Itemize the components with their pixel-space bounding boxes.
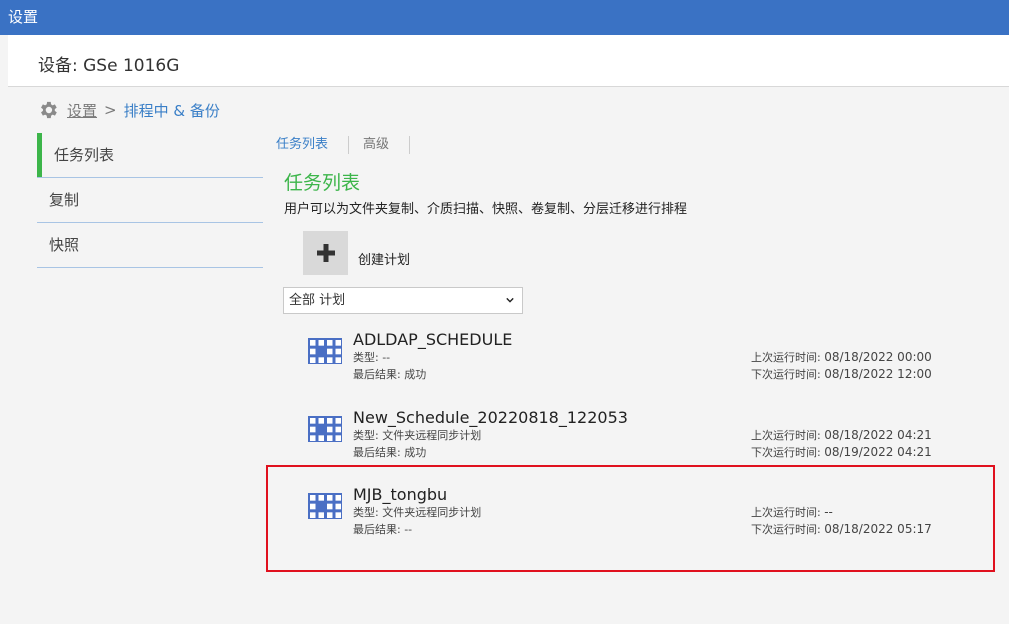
device-title: 设备: GSe 1016G [38, 56, 180, 76]
page-title: 任务列表 [284, 172, 361, 194]
next-run-value: 08/19/2022 04:21 [824, 445, 932, 459]
selection-highlight [266, 465, 995, 572]
device-header: 设备: GSe 1016G [8, 35, 1009, 87]
sidebar-item-replication[interactable]: 复制 [37, 178, 263, 223]
page-description: 用户可以为文件夹复制、介质扫描、快照、卷复制、分层迁移进行排程 [284, 202, 688, 217]
sidebar-item-snapshot[interactable]: 快照 [37, 223, 263, 268]
window-title: 设置 [0, 0, 1009, 35]
next-run-value: 08/18/2022 12:00 [824, 367, 932, 381]
schedule-last-run: 上次运行时间: 08/18/2022 00:00 [751, 349, 932, 365]
schedule-next-run: 下次运行时间: 08/18/2022 12:00 [751, 366, 932, 382]
last-run-value: 08/18/2022 04:21 [824, 428, 932, 442]
create-schedule-button[interactable] [303, 231, 348, 275]
sidebar: 任务列表 复制 快照 [37, 133, 263, 268]
schedule-type: 类型: 文件夹远程同步计划 [353, 429, 482, 442]
schedule-type: 类型: -- [353, 351, 391, 364]
schedule-item[interactable]: ADLDAP_SCHEDULE 类型: -- 最后结果: 成功 上次运行时间: … [300, 330, 960, 400]
filter-selected-value: 全部 计划 [289, 293, 346, 308]
gear-icon [41, 101, 57, 119]
breadcrumb-settings-link[interactable]: 设置 [67, 100, 97, 121]
next-run-label: 下次运行时间: [751, 446, 825, 459]
schedule-filter-select[interactable]: 全部 计划 [283, 287, 523, 314]
schedule-last-run: 上次运行时间: 08/18/2022 04:21 [751, 427, 932, 443]
next-run-label: 下次运行时间: [751, 368, 825, 381]
chevron-down-icon [506, 297, 514, 303]
schedule-next-run: 下次运行时间: 08/19/2022 04:21 [751, 444, 932, 460]
plus-icon [316, 244, 335, 262]
sidebar-item-task-list[interactable]: 任务列表 [37, 133, 263, 178]
create-schedule-label[interactable]: 创建计划 [358, 249, 410, 268]
schedule-name: New_Schedule_20220818_122053 [353, 408, 628, 427]
schedule-last-result: 最后结果: 成功 [353, 368, 427, 381]
last-run-label: 上次运行时间: [751, 429, 825, 442]
tab-bar: 任务列表 高级 [276, 136, 424, 154]
breadcrumb-separator: > [104, 101, 117, 119]
calendar-grid-icon [308, 338, 342, 364]
tab-task-list[interactable]: 任务列表 [276, 136, 350, 154]
tab-advanced[interactable]: 高级 [363, 136, 411, 154]
calendar-grid-icon [308, 416, 342, 442]
breadcrumb: 设置 > 排程中 & 备份 [37, 99, 220, 121]
schedule-last-result: 最后结果: 成功 [353, 446, 427, 459]
last-run-label: 上次运行时间: [751, 351, 825, 364]
breadcrumb-current: 排程中 & 备份 [123, 101, 220, 120]
last-run-value: 08/18/2022 00:00 [824, 350, 932, 364]
schedule-name: ADLDAP_SCHEDULE [353, 330, 513, 349]
